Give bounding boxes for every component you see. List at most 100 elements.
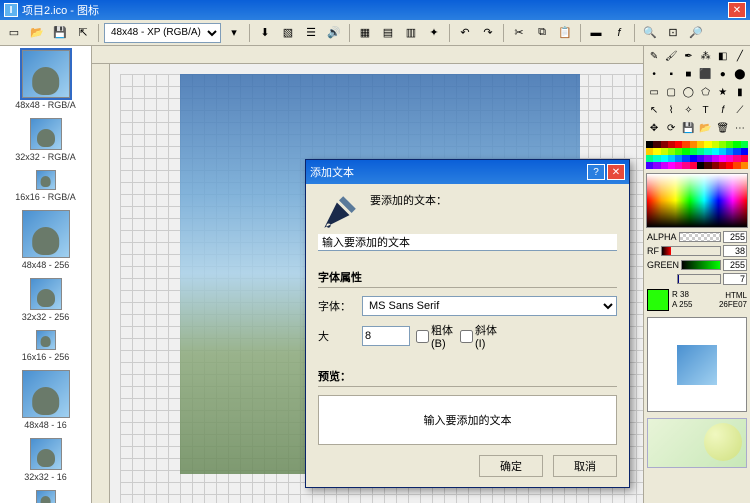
fill-icon[interactable]: ▬ [586,23,606,43]
palette-color[interactable] [704,148,711,155]
palette-color[interactable] [682,162,689,169]
palette-color[interactable] [712,141,719,148]
move-icon[interactable]: ✥ [646,120,662,137]
palette-color[interactable] [682,155,689,162]
palette-color[interactable] [653,155,660,162]
row4-value[interactable]: 7 [723,273,747,285]
zoom-fit-icon[interactable]: ⊡ [663,23,683,43]
thumbnail-item[interactable]: 16x16 - 256 [0,326,91,366]
trash-icon[interactable]: 🗑 [715,120,731,137]
brush-icon[interactable]: 🖌 [663,48,679,65]
sound-icon[interactable]: 🔊 [324,23,344,43]
copy-icon[interactable]: ⧉ [532,23,552,43]
sq-lg-icon[interactable]: ⬛ [697,66,713,83]
thumbnail-item[interactable]: 32x32 - RGB/A [0,114,91,166]
thumbnail-item[interactable]: 16x16 - RGB/A [0,166,91,206]
palette-color[interactable] [661,148,668,155]
palette-color[interactable] [675,155,682,162]
picker-icon[interactable]: ⟋ [732,102,748,119]
palette-color[interactable] [733,148,740,155]
palette-color[interactable] [712,148,719,155]
rf-slider[interactable] [661,246,721,256]
palette-color[interactable] [741,148,748,155]
palette-color[interactable] [726,162,733,169]
text-input[interactable] [318,234,617,251]
thumbnail-item[interactable]: 16x16 - 16 [0,486,91,503]
thumbnail-item[interactable]: 32x32 - 16 [0,434,91,486]
dot-icon[interactable]: • [646,66,662,83]
green-slider[interactable] [681,260,721,270]
thumbnail-item[interactable]: 48x48 - 256 [0,206,91,274]
frame-icon[interactable]: ▧ [278,23,298,43]
save-icon[interactable]: 💾 [50,23,70,43]
palette-color[interactable] [690,148,697,155]
open2-icon[interactable]: 📂 [697,120,713,137]
text-tool-icon[interactable]: T [697,102,713,119]
eraser-icon[interactable]: ◧ [715,48,731,65]
palette-color[interactable] [726,155,733,162]
palette-color[interactable] [741,141,748,148]
palette-color[interactable] [675,141,682,148]
cancel-button[interactable]: 取消 [553,455,617,477]
palette-color[interactable] [733,141,740,148]
palette-color[interactable] [653,148,660,155]
effects-icon[interactable]: ✦ [424,23,444,43]
palette-color[interactable] [661,162,668,169]
palette-color[interactable] [661,155,668,162]
palette-color[interactable] [741,162,748,169]
palette-color[interactable] [646,148,653,155]
line-icon[interactable]: ╱ [732,48,748,65]
lasso-icon[interactable]: ⌇ [663,102,679,119]
sq-md-icon[interactable]: ■ [680,66,696,83]
palette-color[interactable] [646,141,653,148]
palette-color[interactable] [682,141,689,148]
palette-color[interactable] [719,148,726,155]
cut-icon[interactable]: ✂ [509,23,529,43]
palette-color[interactable] [704,141,711,148]
palette-color[interactable] [668,162,675,169]
import-icon[interactable]: ⬇ [255,23,275,43]
palette-color[interactable] [726,141,733,148]
thumbnail-item[interactable]: 48x48 - RGB/A [0,46,91,114]
star-icon[interactable]: ★ [715,84,731,101]
rotate-icon[interactable]: ⟳ [663,120,679,137]
grid3-icon[interactable]: ▥ [401,23,421,43]
palette-color[interactable] [719,155,726,162]
undo-icon[interactable]: ↶ [455,23,475,43]
format-selector[interactable]: 48x48 - XP (RGB/A) [104,23,221,43]
palette-color[interactable] [668,141,675,148]
palette-color[interactable] [704,162,711,169]
size-input[interactable] [362,326,410,346]
palette-color[interactable] [726,148,733,155]
dialog-close-button[interactable]: ✕ [607,164,625,180]
wand-icon[interactable]: ✧ [680,102,696,119]
font-selector[interactable]: MS Sans Serif [362,296,617,316]
palette-color[interactable] [690,155,697,162]
palette-color[interactable] [719,141,726,148]
palette-color[interactable] [719,162,726,169]
redo-icon[interactable]: ↷ [478,23,498,43]
fg-swatch[interactable] [647,289,669,311]
palette-color[interactable] [697,141,704,148]
window-close-button[interactable]: ✕ [728,2,746,18]
palette-color[interactable] [741,155,748,162]
palette-color[interactable] [646,162,653,169]
palette-color[interactable] [682,148,689,155]
pen-icon[interactable]: ✒ [680,48,696,65]
palette-color[interactable] [697,162,704,169]
export-icon[interactable]: ⇱ [73,23,93,43]
circ-sm-icon[interactable]: ● [715,66,731,83]
pencil-icon[interactable]: ✎ [646,48,662,65]
grid2-icon[interactable]: ▤ [378,23,398,43]
zoom-out-icon[interactable]: 🔍 [640,23,660,43]
palette-color[interactable] [661,141,668,148]
color-gradient[interactable] [646,173,748,228]
palette-color[interactable] [668,155,675,162]
alpha-value[interactable]: 255 [723,231,747,243]
palette-color[interactable] [704,155,711,162]
poly-icon[interactable]: ⬠ [697,84,713,101]
color-palette[interactable] [644,139,750,171]
html-value[interactable]: 26FE07 [711,300,747,309]
rect-icon[interactable]: ▭ [646,84,662,101]
row4-slider[interactable] [677,274,721,284]
